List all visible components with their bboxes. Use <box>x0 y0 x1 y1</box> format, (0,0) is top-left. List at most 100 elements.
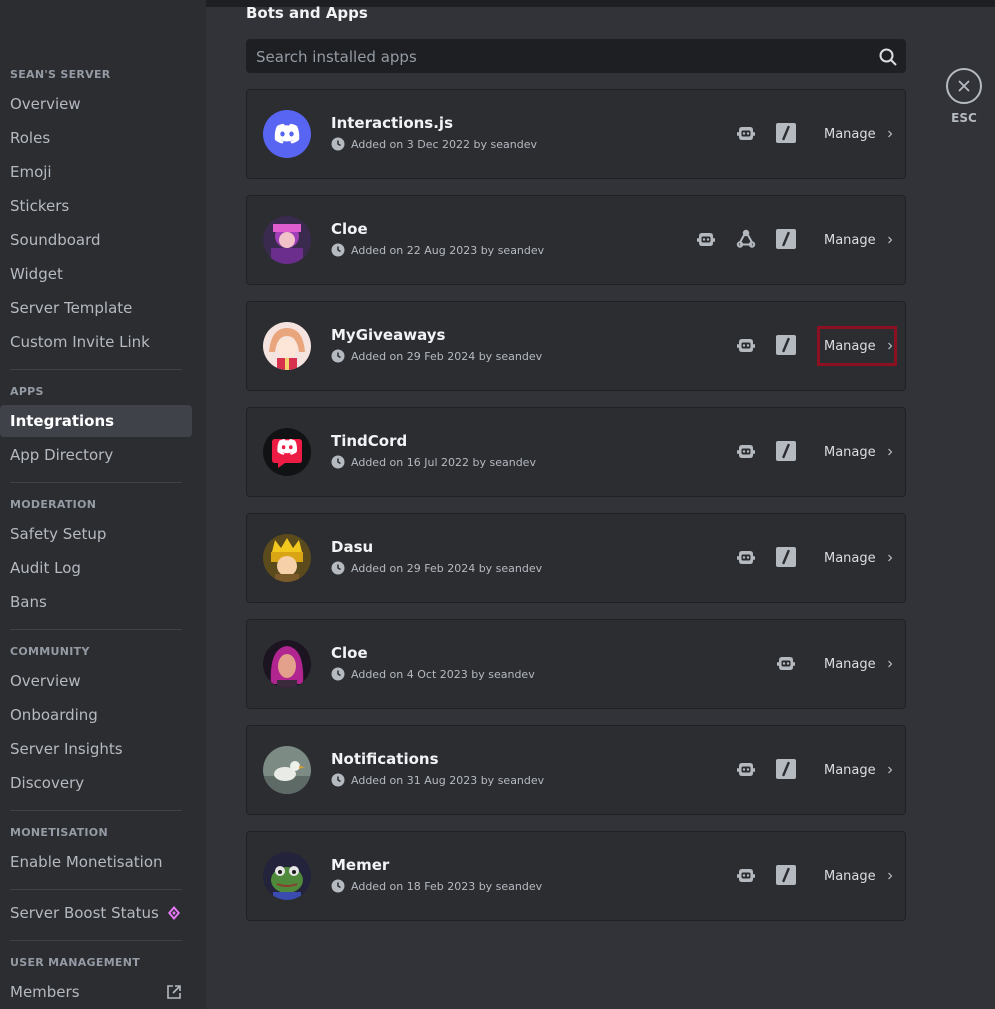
chevron-right-icon <box>886 448 894 456</box>
sidebar-item-server-boost-status[interactable]: Server Boost Status <box>0 897 192 929</box>
manage-button[interactable]: Manage <box>817 750 897 790</box>
sidebar-item-widget[interactable]: Widget <box>0 258 192 290</box>
boost-gem-icon <box>168 906 180 920</box>
section-header-moderation: MODERATION <box>10 498 97 511</box>
bot-icon <box>736 865 756 885</box>
sidebar-item-emoji[interactable]: Emoji <box>0 156 192 188</box>
search-input[interactable] <box>246 39 878 75</box>
bot-icon <box>736 123 756 143</box>
sidebar-item-safety-setup[interactable]: Safety Setup <box>0 518 192 550</box>
sidebar-item-enable-monetisation[interactable]: Enable Monetisation <box>0 846 192 878</box>
sidebar-item-integrations[interactable]: Integrations <box>0 405 192 437</box>
app-name: Dasu <box>331 538 374 556</box>
external-link-icon <box>167 985 181 999</box>
discord-blue-icon <box>263 110 311 158</box>
app-added-info: Added on 22 Aug 2023 by seandev <box>331 243 544 257</box>
manage-label: Manage <box>824 232 876 248</box>
app-name: Notifications <box>331 750 439 768</box>
close-icon <box>958 80 970 92</box>
app-card-cloe: Cloe Added on 22 Aug 2023 by seandev Man… <box>246 195 906 285</box>
app-card-notifications: Notifications Added on 31 Aug 2023 by se… <box>246 725 906 815</box>
clock-icon <box>331 561 345 575</box>
clock-icon <box>331 455 345 469</box>
close-button[interactable] <box>946 68 982 104</box>
app-added-info: Added on 18 Feb 2023 by seandev <box>331 879 542 893</box>
app-name: TindCord <box>331 432 408 450</box>
manage-label: Manage <box>824 444 876 460</box>
chevron-right-icon <box>886 660 894 668</box>
clock-icon <box>331 773 345 787</box>
manage-label: Manage <box>824 126 876 142</box>
page-title: Bots and Apps <box>246 4 368 22</box>
manage-label: Manage <box>824 868 876 884</box>
section-header-user-management: USER MANAGEMENT <box>10 956 141 969</box>
app-card-tindcord: TindCord Added on 16 Jul 2022 by seandev… <box>246 407 906 497</box>
slash-command-icon <box>776 865 796 885</box>
slash-command-icon <box>776 123 796 143</box>
bot-icon <box>776 653 796 673</box>
app-name: Memer <box>331 856 390 874</box>
clock-icon <box>331 879 345 893</box>
app-card-cloe-2: Cloe Added on 4 Oct 2023 by seandev Mana… <box>246 619 906 709</box>
manage-button[interactable]: Manage <box>817 432 897 472</box>
sidebar-item-label: Members <box>10 983 80 1001</box>
sidebar-item-stickers[interactable]: Stickers <box>0 190 192 222</box>
bot-icon <box>736 547 756 567</box>
settings-sidebar: SEAN'S SERVER Overview Roles Emoji Stick… <box>0 0 206 1009</box>
app-card-memer: Memer Added on 18 Feb 2023 by seandev Ma… <box>246 831 906 921</box>
webhook-icon <box>736 229 756 249</box>
added-text: Added on 31 Aug 2023 by seandev <box>351 773 545 787</box>
manage-button-highlighted[interactable]: Manage <box>817 326 897 366</box>
added-text: Added on 29 Feb 2024 by seandev <box>351 561 543 575</box>
chevron-right-icon <box>886 766 894 774</box>
sidebar-item-label: Server Boost Status <box>10 904 159 922</box>
app-card-interactions-js: Interactions.js Added on 3 Dec 2022 by s… <box>246 89 906 179</box>
app-added-info: Added on 4 Oct 2023 by seandev <box>331 667 535 681</box>
sidebar-item-community-overview[interactable]: Overview <box>0 665 192 697</box>
chevron-right-icon <box>886 554 894 562</box>
app-added-info: Added on 31 Aug 2023 by seandev <box>331 773 544 787</box>
clock-icon <box>331 349 345 363</box>
manage-button[interactable]: Manage <box>817 114 897 154</box>
manage-label: Manage <box>824 762 876 778</box>
crowned-character-icon <box>263 534 311 582</box>
anime-girl-icon <box>263 322 311 370</box>
section-header-monetisation: MONETISATION <box>10 826 108 839</box>
manage-button[interactable]: Manage <box>817 644 897 684</box>
manage-button[interactable]: Manage <box>817 220 897 260</box>
manage-button[interactable]: Manage <box>817 856 897 896</box>
frog-icon <box>263 852 311 900</box>
sidebar-item-server-insights[interactable]: Server Insights <box>0 733 192 765</box>
added-text: Added on 18 Feb 2023 by seandev <box>351 879 543 893</box>
sidebar-item-bans[interactable]: Bans <box>0 586 192 618</box>
search-icon[interactable] <box>878 47 898 67</box>
sidebar-divider <box>10 810 182 811</box>
slash-command-icon <box>776 229 796 249</box>
sidebar-item-app-directory[interactable]: App Directory <box>0 439 192 471</box>
app-added-info: Added on 16 Jul 2022 by seandev <box>331 455 536 469</box>
sidebar-item-overview[interactable]: Overview <box>0 88 192 120</box>
sidebar-item-onboarding[interactable]: Onboarding <box>0 699 192 731</box>
bot-icon <box>736 335 756 355</box>
sidebar-item-discovery[interactable]: Discovery <box>0 767 192 799</box>
manage-label: Manage <box>824 656 876 672</box>
sidebar-divider <box>10 940 182 941</box>
app-card-mygiveaways: MyGiveaways Added on 29 Feb 2024 by sean… <box>246 301 906 391</box>
sidebar-item-members[interactable]: Members <box>0 976 192 1008</box>
app-name: Cloe <box>331 220 368 238</box>
app-card-dasu: Dasu Added on 29 Feb 2024 by seandev Man… <box>246 513 906 603</box>
chevron-right-icon <box>886 236 894 244</box>
sidebar-item-custom-invite-link[interactable]: Custom Invite Link <box>0 326 192 358</box>
clock-icon <box>331 137 345 151</box>
chevron-right-icon <box>886 342 894 350</box>
app-name: Interactions.js <box>331 114 454 132</box>
sidebar-item-soundboard[interactable]: Soundboard <box>0 224 192 256</box>
sidebar-item-server-template[interactable]: Server Template <box>0 292 192 324</box>
clock-icon <box>331 243 345 257</box>
sidebar-item-roles[interactable]: Roles <box>0 122 192 154</box>
manage-button[interactable]: Manage <box>817 538 897 578</box>
sidebar-divider <box>10 629 182 630</box>
added-text: Added on 29 Feb 2024 by seandev <box>351 349 543 363</box>
chevron-right-icon <box>886 130 894 138</box>
sidebar-item-audit-log[interactable]: Audit Log <box>0 552 192 584</box>
